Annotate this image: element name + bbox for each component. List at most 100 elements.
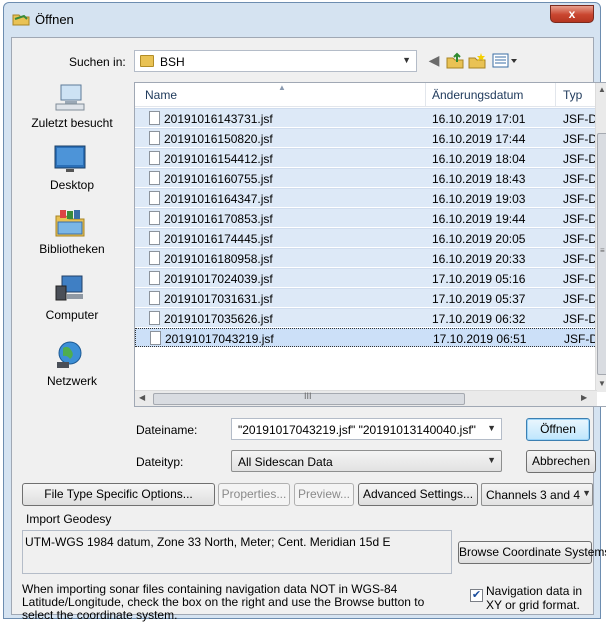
vertical-scroll-thumb[interactable]: ≡ <box>597 133 606 375</box>
back-icon[interactable]: ◀ <box>425 52 443 69</box>
file-type-options-button[interactable]: File Type Specific Options... <box>22 483 215 506</box>
file-row[interactable]: 20191016143731.jsf 16.10.2019 17:01 JSF-Da <box>135 108 599 127</box>
view-menu-icon[interactable] <box>492 52 518 69</box>
navigation-xy-checkbox[interactable]: ✔ <box>470 589 483 602</box>
document-icon <box>149 251 160 265</box>
file-row[interactable]: 20191016154412.jsf 16.10.2019 18:04 JSF-Da <box>135 148 599 167</box>
file-name: 20191016164347.jsf <box>164 192 273 206</box>
document-icon <box>149 291 160 305</box>
file-type: JSF-Da <box>563 292 599 306</box>
chevron-down-icon: ▼ <box>582 488 591 498</box>
column-header-date[interactable]: Änderungsdatum <box>432 88 523 102</box>
file-row[interactable]: 20191016170853.jsf 16.10.2019 19:44 JSF-Da <box>135 208 599 227</box>
horizontal-scrollbar[interactable]: ◀ III ▶ <box>135 390 597 406</box>
place-libraries[interactable]: Bibliotheken <box>14 208 130 270</box>
file-date: 16.10.2019 19:44 <box>432 212 526 226</box>
navigation-xy-label[interactable]: Navigation data in XY or grid format. <box>486 584 596 612</box>
scroll-down-icon[interactable]: ▼ <box>598 379 606 388</box>
file-row[interactable]: 20191016160755.jsf 16.10.2019 18:43 JSF-Da <box>135 168 599 187</box>
vertical-scrollbar[interactable]: ▲ ≡ ▼ <box>595 83 606 392</box>
scroll-grip: III <box>304 391 312 401</box>
file-row[interactable]: 20191017031631.jsf 17.10.2019 05:37 JSF-Da <box>135 288 599 307</box>
filename-value: "20191017043219.jsf" "20191013140040.jsf… <box>238 423 478 437</box>
file-row[interactable]: 20191017035626.jsf 17.10.2019 06:32 JSF-Da <box>135 308 599 327</box>
file-name: 20191016160755.jsf <box>164 172 273 186</box>
lookin-combo[interactable]: BSH ▼ <box>134 50 417 72</box>
properties-button[interactable]: Properties... <box>218 483 290 506</box>
document-icon <box>149 211 160 225</box>
document-icon <box>149 191 160 205</box>
horizontal-scroll-thumb[interactable]: III <box>153 391 465 405</box>
desktop-icon <box>54 145 86 172</box>
browse-coordinate-systems-button[interactable]: Browse Coordinate Systems... <box>458 541 606 564</box>
file-type: JSF-Da <box>563 192 599 206</box>
scroll-right-icon[interactable]: ▶ <box>581 393 587 402</box>
file-type: JSF-Da <box>563 172 599 186</box>
document-icon <box>149 131 160 145</box>
advanced-settings-button[interactable]: Advanced Settings... <box>358 483 478 506</box>
file-date: 16.10.2019 17:44 <box>432 132 526 146</box>
up-folder-icon[interactable] <box>446 52 464 69</box>
file-date: 16.10.2019 20:05 <box>432 232 526 246</box>
places-bar: Zuletzt besucht Desktop Bibliotheken Com… <box>14 82 130 462</box>
sort-ascending-icon: ▲ <box>278 83 286 92</box>
file-row[interactable]: 20191016180958.jsf 16.10.2019 20:33 JSF-Da <box>135 248 599 267</box>
channels-value: Channels 3 and 4 <box>486 488 581 502</box>
dialog-body: Suchen in: BSH ▼ ◀ Zuletzt besucht Deskt… <box>11 37 606 622</box>
chevron-down-icon[interactable]: ▼ <box>487 423 496 433</box>
file-type: JSF-Da <box>563 212 599 226</box>
title-bar[interactable]: Öffnen x <box>4 3 600 37</box>
file-type: JSF-Da <box>563 132 599 146</box>
chevron-down-icon: ▼ <box>487 455 496 465</box>
close-button[interactable]: x <box>550 5 594 23</box>
column-header-type[interactable]: Typ <box>563 88 582 102</box>
place-desktop[interactable]: Desktop <box>14 144 130 206</box>
coordinate-system-display: UTM-WGS 1984 datum, Zone 33 North, Meter… <box>22 530 452 574</box>
network-icon <box>57 341 82 368</box>
new-folder-icon[interactable] <box>468 52 486 69</box>
column-header-name[interactable]: Name <box>145 88 177 102</box>
file-name: 20191016150820.jsf <box>164 132 273 146</box>
place-label: Desktop <box>49 178 95 192</box>
place-computer[interactable]: Computer <box>14 274 130 336</box>
file-type: JSF-Da <box>563 312 599 326</box>
scroll-grip-icon: ≡ <box>600 246 605 255</box>
document-icon <box>149 151 160 165</box>
column-divider[interactable] <box>555 83 556 107</box>
preview-button[interactable]: Preview... <box>294 483 354 506</box>
scroll-up-icon[interactable]: ▲ <box>598 85 606 94</box>
place-label: Bibliotheken <box>39 242 105 256</box>
file-type: JSF-Da <box>563 272 599 286</box>
filename-input[interactable]: "20191017043219.jsf" "20191013140040.jsf… <box>231 418 502 440</box>
column-divider[interactable] <box>425 83 426 107</box>
channels-select[interactable]: Channels 3 and 4 ▼ <box>481 483 593 506</box>
document-icon <box>149 171 160 185</box>
file-date: 16.10.2019 18:43 <box>432 172 526 186</box>
place-label: Zuletzt besucht <box>31 116 113 130</box>
file-row[interactable]: 20191016150820.jsf 16.10.2019 17:44 JSF-Da <box>135 128 599 147</box>
filetype-select[interactable]: All Sidescan Data ▼ <box>231 450 502 472</box>
file-type: JSF-Da <box>563 252 599 266</box>
file-row[interactable]: 20191017024039.jsf 17.10.2019 05:16 JSF-Da <box>135 268 599 287</box>
file-name: 20191017035626.jsf <box>164 312 273 326</box>
scroll-left-icon[interactable]: ◀ <box>139 393 145 402</box>
lookin-label: Suchen in: <box>69 55 126 69</box>
open-button[interactable]: Öffnen <box>526 418 590 441</box>
file-list[interactable]: ▲ Name Änderungsdatum Typ 20191016143731… <box>134 82 606 407</box>
filetype-value: All Sidescan Data <box>238 455 333 469</box>
file-date: 17.10.2019 05:16 <box>432 272 526 286</box>
list-header: ▲ Name Änderungsdatum Typ <box>135 83 606 107</box>
document-icon <box>149 111 160 125</box>
place-network[interactable]: Netzwerk <box>14 340 130 402</box>
file-row-focused[interactable]: 20191017043219.jsf17.10.2019 06:51JSF-Da <box>135 328 600 347</box>
place-recent[interactable]: Zuletzt besucht <box>14 82 130 144</box>
chevron-down-icon: ▼ <box>402 55 411 65</box>
cancel-button[interactable]: Abbrechen <box>526 450 596 473</box>
file-type: JSF-Da <box>563 232 599 246</box>
filename-label: Dateiname: <box>136 423 198 437</box>
file-name: 20191016180958.jsf <box>164 252 273 266</box>
geodesy-note: When importing sonar files containing na… <box>22 582 425 622</box>
file-row[interactable]: 20191016174445.jsf 16.10.2019 20:05 JSF-Da <box>135 228 599 247</box>
file-row[interactable]: 20191016164347.jsf 16.10.2019 19:03 JSF-Da <box>135 188 599 207</box>
filetype-label: Dateityp: <box>136 455 184 469</box>
